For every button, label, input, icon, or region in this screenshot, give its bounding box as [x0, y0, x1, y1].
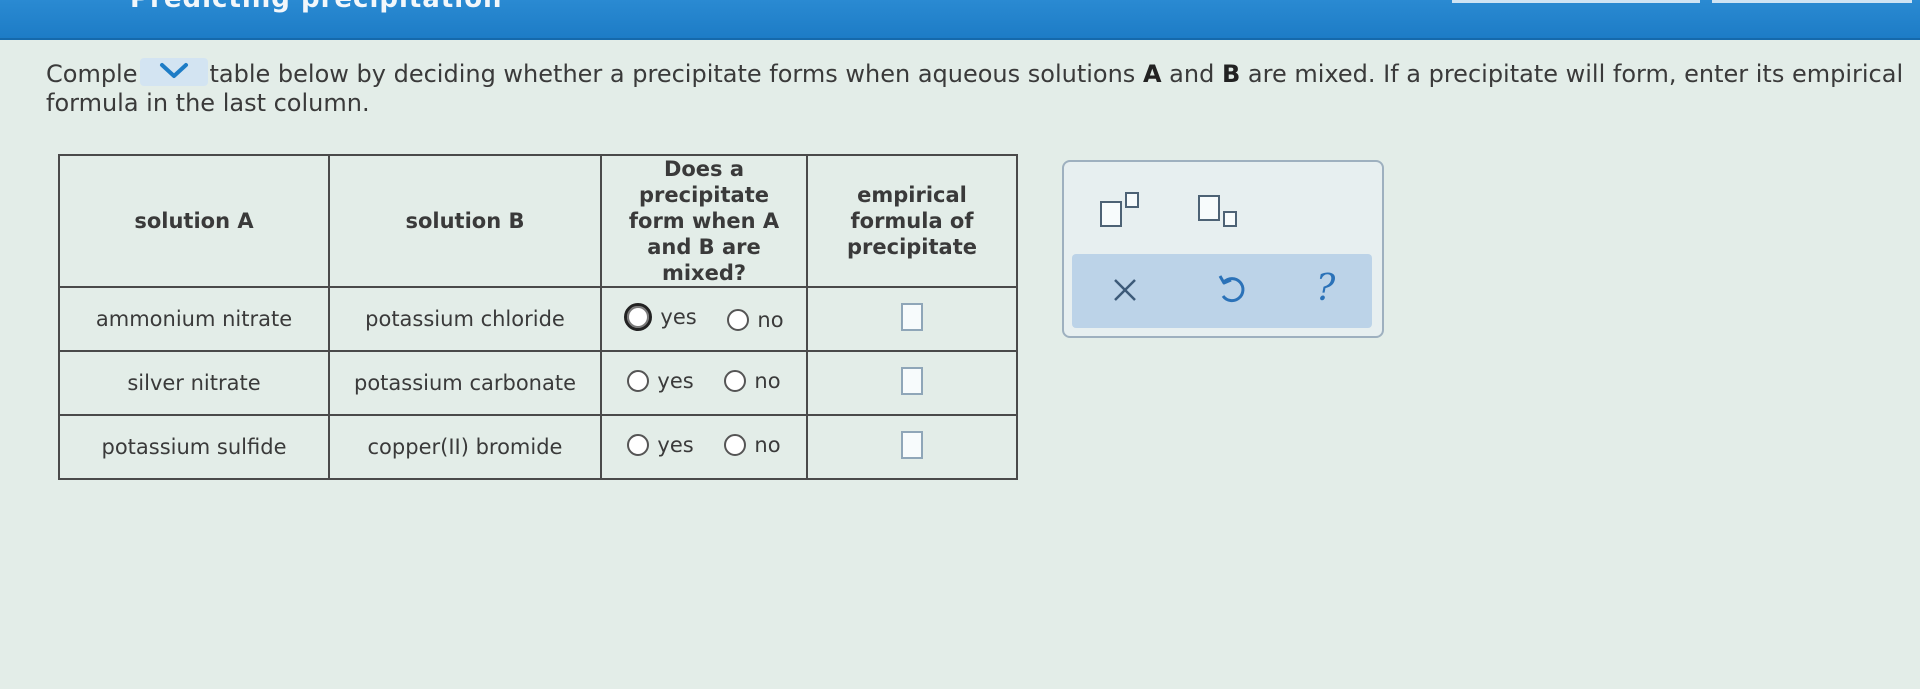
- cell-solution-a: silver nitrate: [58, 350, 330, 416]
- instructions-text: table below by deciding whether a precip…: [209, 60, 1136, 88]
- header-empirical-formula-text: empirical formula of precipitate: [847, 183, 977, 259]
- no-option[interactable]: no: [724, 369, 781, 393]
- formula-input[interactable]: [901, 430, 923, 459]
- superscript-button[interactable]: [1098, 190, 1148, 234]
- clear-button[interactable]: [1110, 274, 1140, 314]
- precipitate-choice: yes no: [600, 414, 808, 480]
- yes-option[interactable]: yes: [627, 369, 694, 393]
- help-button[interactable]: ?: [1316, 268, 1335, 309]
- formula-cell: [806, 414, 1018, 480]
- header-solution-a: solution A: [58, 154, 330, 288]
- cell-solution-a: potassium sulfide: [58, 414, 330, 480]
- yes-label: yes: [657, 433, 694, 457]
- no-label: no: [754, 433, 781, 457]
- top-bar: Predicting precipitation: [0, 0, 1920, 40]
- formula-cell: [806, 286, 1018, 352]
- yes-option[interactable]: yes: [624, 302, 697, 331]
- header-does-precipitate-text: Does a precipitate form when A and B are…: [628, 157, 780, 285]
- table-header-row: solution A solution B Does a precipitate…: [58, 154, 1018, 288]
- precipitate-choice: yes no: [600, 350, 808, 416]
- collapse-dropdown[interactable]: [139, 58, 208, 86]
- instructions-text: and: [1169, 60, 1215, 88]
- yes-radio[interactable]: [627, 370, 650, 392]
- no-label: no: [754, 369, 781, 393]
- no-radio[interactable]: [727, 308, 750, 331]
- formula-input[interactable]: [901, 366, 923, 395]
- yes-radio[interactable]: [627, 434, 650, 456]
- table-row: potassium sulfide copper(II) bromide yes…: [58, 414, 1018, 480]
- close-icon: [1114, 279, 1136, 301]
- no-option[interactable]: no: [727, 307, 784, 332]
- yes-label: yes: [660, 304, 697, 329]
- superscript-icon: [1100, 192, 1139, 227]
- no-label: no: [757, 307, 784, 332]
- undo-icon: [1218, 275, 1245, 303]
- divider: [1712, 0, 1912, 3]
- cell-solution-b: copper(II) bromide: [328, 414, 602, 480]
- subscript-icon: [1198, 195, 1237, 227]
- instructions: Comple table below by deciding whether a …: [46, 58, 1906, 118]
- formula-cell: [806, 350, 1018, 416]
- yes-option[interactable]: yes: [627, 433, 694, 457]
- yes-label: yes: [657, 369, 694, 393]
- subscript-button[interactable]: [1196, 190, 1246, 234]
- no-option[interactable]: no: [724, 433, 781, 457]
- action-bar: ?: [1072, 254, 1372, 328]
- page-title: Predicting precipitation: [130, 0, 503, 14]
- instructions-bold-b: B: [1221, 60, 1241, 88]
- header-solution-b: solution B: [328, 154, 602, 288]
- chevron-down-icon: [159, 63, 188, 78]
- table-row: ammonium nitrate potassium chloride yes …: [58, 286, 1018, 352]
- precipitation-table: solution A solution B Does a precipitate…: [58, 154, 1018, 480]
- formula-tool-panel: ?: [1062, 160, 1384, 338]
- header-does-precipitate: Does a precipitate form when A and B are…: [600, 154, 808, 288]
- yes-radio[interactable]: [624, 302, 653, 331]
- precipitate-choice: yes no: [600, 286, 808, 352]
- cell-solution-a: ammonium nitrate: [58, 286, 330, 352]
- table-row: silver nitrate potassium carbonate yes n…: [58, 350, 1018, 416]
- formula-input[interactable]: [901, 302, 923, 331]
- cell-solution-b: potassium carbonate: [328, 350, 602, 416]
- divider: [1452, 0, 1700, 3]
- header-empirical-formula: empirical formula of precipitate: [806, 154, 1018, 288]
- undo-button[interactable]: [1214, 272, 1248, 315]
- cell-solution-b: potassium chloride: [328, 286, 602, 352]
- no-radio[interactable]: [724, 434, 747, 456]
- instructions-text: Comple: [46, 60, 138, 88]
- no-radio[interactable]: [724, 370, 747, 392]
- instructions-bold-a: A: [1142, 60, 1162, 88]
